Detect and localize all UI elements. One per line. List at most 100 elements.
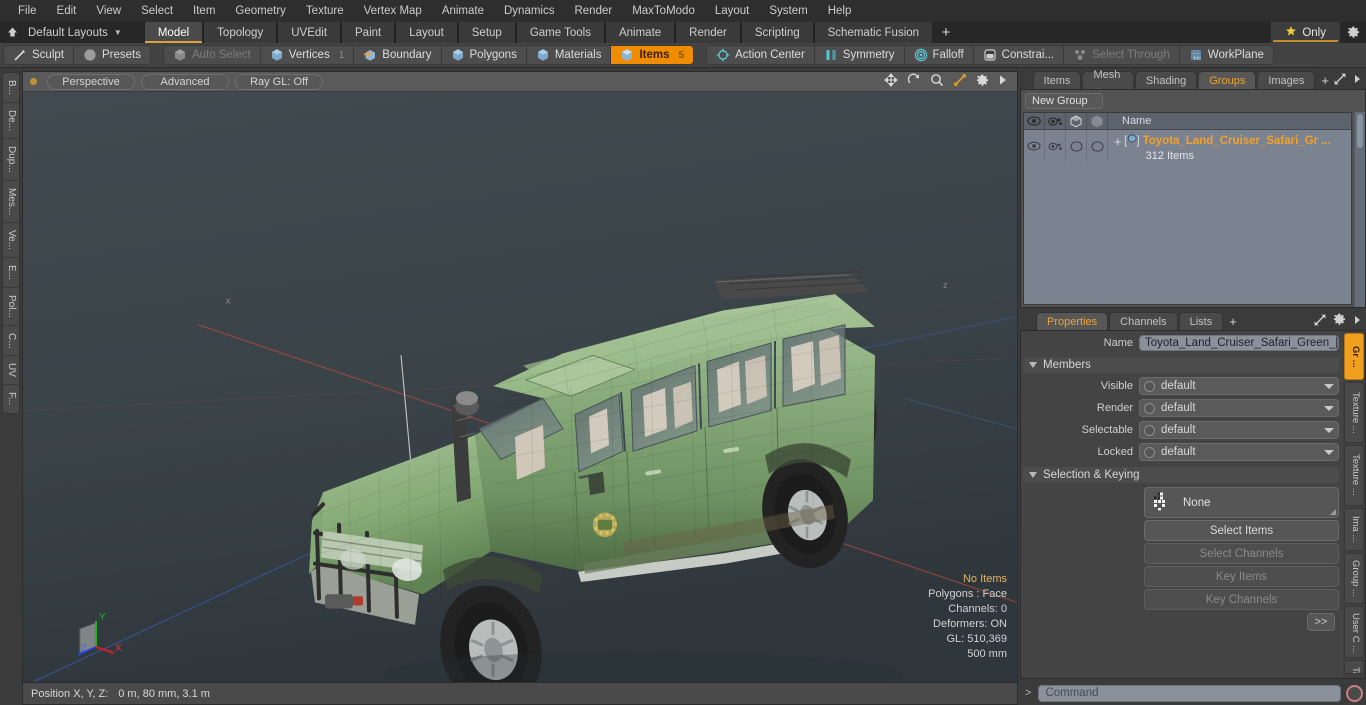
left-rail-tab-duplicate[interactable]: Dup... [3,139,19,181]
menu-item-render[interactable]: Render [564,0,622,22]
row-shade-toggle[interactable] [1066,130,1087,162]
gear-icon[interactable] [1333,313,1346,329]
tab-schematic-fusion[interactable]: Schematic Fusion [814,22,933,43]
polygons-button[interactable]: Polygons [442,46,527,64]
select-through-button[interactable]: Select Through [1064,46,1180,64]
prop-rail-tab-tags[interactable]: Tags [1344,660,1364,674]
add-layout-tab-button[interactable]: + [933,22,959,43]
menu-item-geometry[interactable]: Geometry [225,0,296,22]
tab-model[interactable]: Model [144,22,203,43]
left-rail-tab-vertex[interactable]: Ve... [3,223,19,258]
gear-icon[interactable] [1340,22,1366,43]
tab-game-tools[interactable]: Game Tools [516,22,605,43]
eye-icon[interactable] [1024,113,1045,129]
key-items-button[interactable]: Key Items [1144,566,1339,587]
name-input[interactable]: Toyota_Land_Cruiser_Safari_Green_[ [1139,335,1339,351]
add-panel-tab-button[interactable]: + [1316,71,1334,89]
menu-item-animate[interactable]: Animate [432,0,494,22]
row-name-cell[interactable]: + [] Toyota_Land_Cruiser_Safari_Gr ... [1108,130,1351,162]
selectable-dropdown[interactable]: default [1139,421,1339,439]
prop-rail-tab-group[interactable]: Group ... [1344,553,1364,603]
default-layouts-dropdown[interactable]: Default Layouts ▼ [24,22,132,43]
viewport-shading-dropdown[interactable]: Advanced [141,74,229,90]
shade-icon[interactable] [1066,113,1087,129]
menu-item-maxtomodo[interactable]: MaxToModo [622,0,705,22]
visible-dropdown[interactable]: default [1139,377,1339,395]
animate-channel-icon[interactable] [1144,447,1155,458]
left-rail-tab-uv[interactable]: UV [3,356,19,385]
prop-rail-tab-texture-2[interactable]: Texture ... [1344,445,1364,506]
tab-render[interactable]: Render [675,22,741,43]
menu-item-texture[interactable]: Texture [296,0,354,22]
more-options-button[interactable]: >> [1307,613,1335,631]
row-wire-toggle[interactable] [1087,130,1108,162]
boundary-button[interactable]: Boundary [354,46,441,64]
tab-shading[interactable]: Shading [1135,71,1197,89]
record-icon[interactable] [1346,685,1363,702]
viewport-menu-dot-icon[interactable] [30,78,37,85]
tab-groups[interactable]: Groups [1198,71,1256,89]
tab-channels[interactable]: Channels [1109,312,1177,330]
viewport-raygl-dropdown[interactable]: Ray GL: Off [235,74,323,90]
selection-keying-section-header[interactable]: Selection & Keying [1023,467,1339,483]
animate-channel-icon[interactable] [1144,425,1155,436]
constraint-button[interactable]: Constrai... [974,46,1064,64]
left-rail-tab-polygon[interactable]: Pol... [3,288,19,326]
viewport-3d[interactable]: x z [23,92,1017,682]
prop-rail-tab-texture-1[interactable]: Texture ... [1344,382,1364,443]
menu-item-item[interactable]: Item [183,0,225,22]
menu-item-layout[interactable]: Layout [705,0,760,22]
play-icon[interactable] [998,74,1008,89]
items-button[interactable]: Items 5 [611,46,693,64]
left-rail-tab-curve[interactable]: C... [3,326,19,357]
prop-rail-tab-groups[interactable]: Gr ... [1344,333,1364,380]
gear-icon[interactable] [976,74,989,90]
new-group-button[interactable]: New Group [1025,93,1103,109]
move-icon[interactable] [884,73,898,90]
zoom-icon[interactable] [930,73,944,90]
only-toggle-button[interactable]: Only [1271,22,1340,43]
table-row[interactable]: + [] Toyota_Land_Cruiser_Safari_Gr ... [1024,130,1351,162]
add-properties-tab-button[interactable]: + [1224,312,1242,330]
left-rail-tab-mesh[interactable]: Mes... [3,181,19,223]
sculpt-button[interactable]: Sculpt [4,46,74,64]
tab-paint[interactable]: Paint [341,22,395,43]
render-dropdown[interactable]: default [1139,399,1339,417]
menu-item-file[interactable]: File [8,0,47,22]
auto-select-button[interactable]: Auto Select [164,46,261,64]
viewport-projection-dropdown[interactable]: Perspective [47,74,135,90]
tab-layout[interactable]: Layout [395,22,458,43]
left-rail-tab-basic[interactable]: B... [3,73,19,103]
tab-uvedit[interactable]: UVEdit [277,22,341,43]
axis-gizmo[interactable]: Y X Z [68,609,132,668]
locked-dropdown[interactable]: default [1139,443,1339,461]
vertices-button[interactable]: Vertices 1 [261,46,354,64]
tab-animate[interactable]: Animate [605,22,675,43]
row-render-icon[interactable] [1045,130,1066,162]
panel-menu-dot-icon[interactable] [1022,312,1036,330]
left-rail-tab-fur[interactable]: F... [3,385,19,412]
select-items-button[interactable]: Select Items [1144,520,1339,541]
action-center-button[interactable]: Action Center [707,46,815,64]
render-icon[interactable] [1045,113,1066,129]
tab-lists[interactable]: Lists [1179,312,1224,330]
panel-menu-dot-icon[interactable] [1022,71,1033,89]
tab-properties[interactable]: Properties [1036,312,1108,330]
home-icon[interactable] [0,22,24,43]
materials-button[interactable]: Materials [527,46,612,64]
tab-images[interactable]: Images [1257,71,1315,89]
tab-scripting[interactable]: Scripting [741,22,814,43]
menu-item-view[interactable]: View [86,0,131,22]
tab-topology[interactable]: Topology [203,22,277,43]
chevron-right-icon[interactable] [1353,74,1361,87]
menu-item-vertex-map[interactable]: Vertex Map [354,0,432,22]
command-input[interactable]: Command [1038,685,1341,702]
prop-rail-tab-user-channels[interactable]: User C ... [1344,606,1364,658]
row-expand-toggle[interactable]: + [1112,132,1124,148]
menu-item-edit[interactable]: Edit [47,0,87,22]
rotate-icon[interactable] [907,73,921,90]
key-channels-button[interactable]: Key Channels [1144,589,1339,610]
expand-icon[interactable] [1314,314,1326,329]
animate-channel-icon[interactable] [1144,381,1155,392]
select-channels-button[interactable]: Select Channels [1144,543,1339,564]
